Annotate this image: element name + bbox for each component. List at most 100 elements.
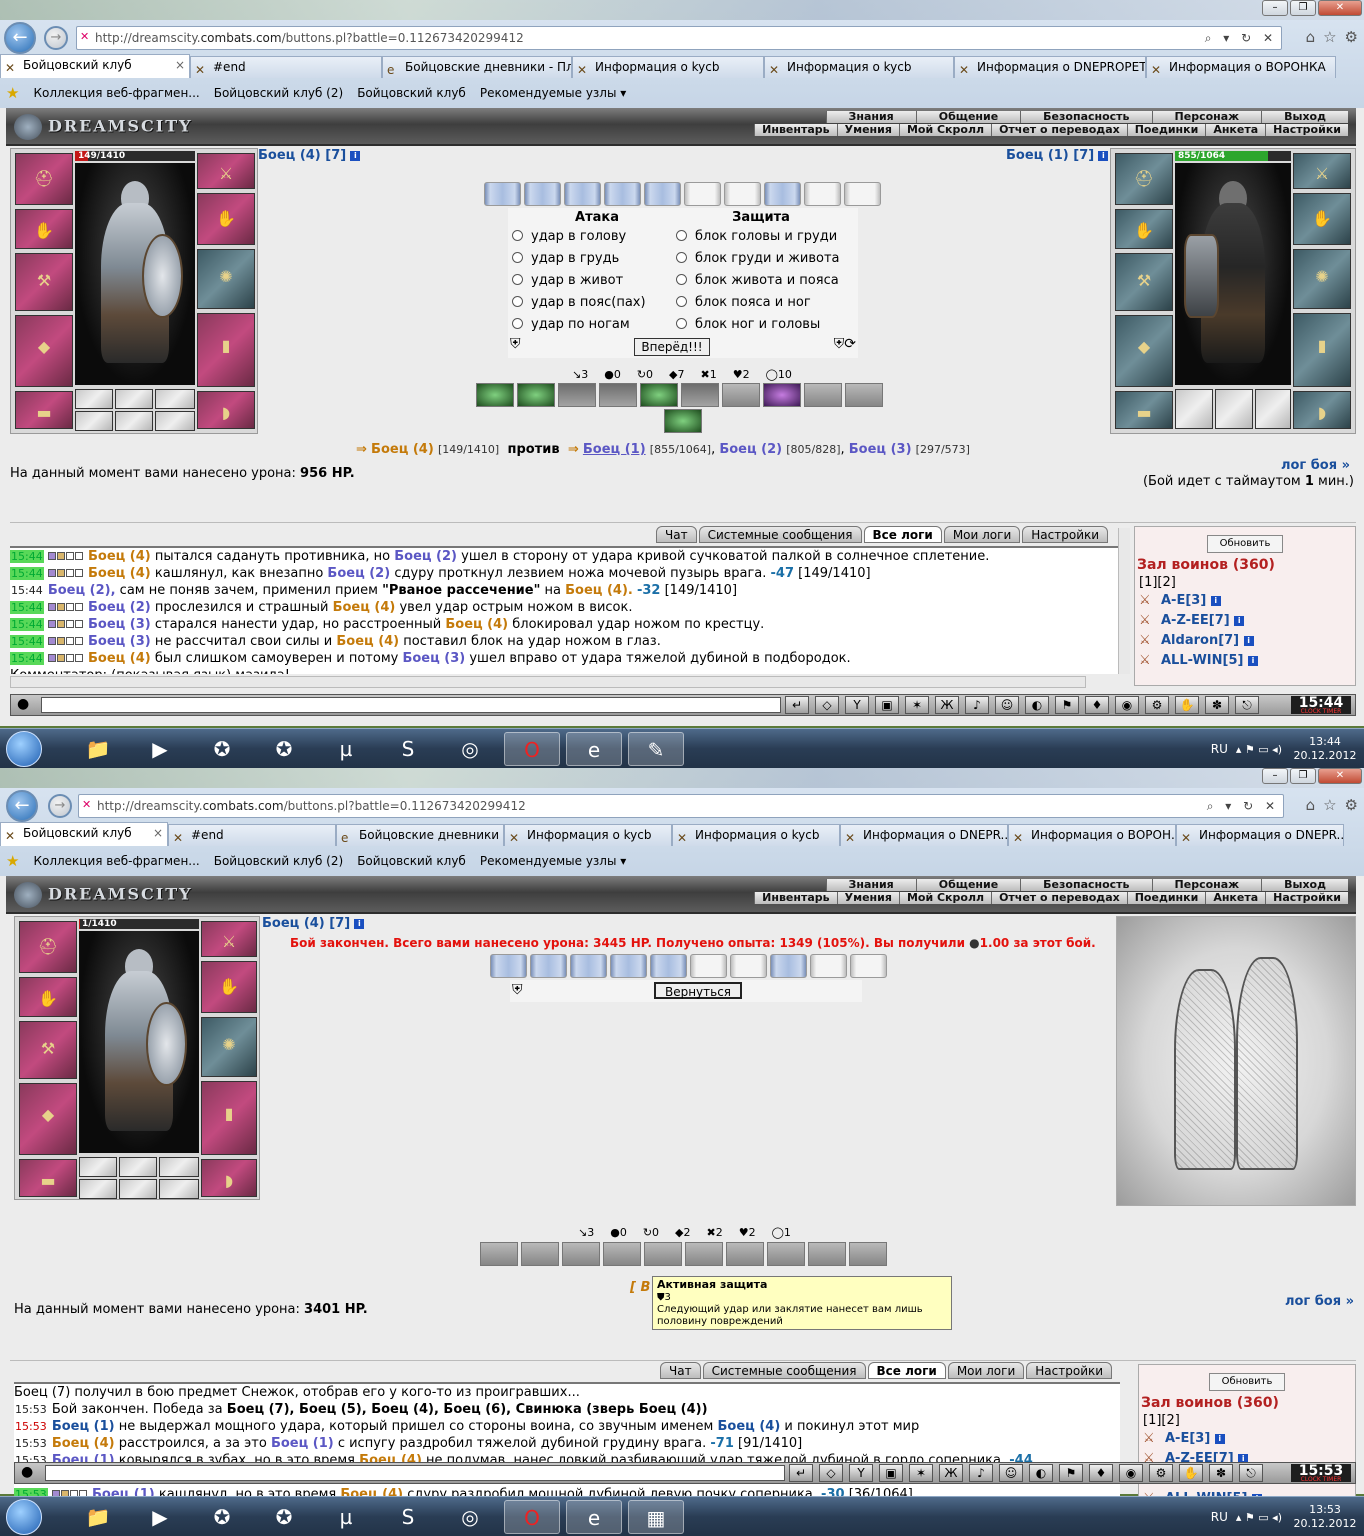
tab-3[interactable]: ✕ Информация о kycb (572, 56, 764, 78)
menu-item[interactable]: Инвентарь (754, 892, 837, 904)
skill-icon[interactable] (599, 383, 637, 407)
scroll-slot[interactable] (684, 182, 721, 206)
defense-option[interactable]: блок живота и пояса (676, 273, 846, 295)
scroll-slot[interactable] (690, 954, 727, 978)
ring-slot[interactable] (79, 1157, 117, 1177)
scroll-slot[interactable] (770, 954, 807, 978)
radio-icon[interactable] (676, 318, 687, 329)
attack-option[interactable]: удар в голову (512, 229, 682, 251)
empty-slot[interactable] (115, 411, 153, 431)
home-icon[interactable]: ⌂ (1306, 28, 1316, 46)
close-icon[interactable]: ✕ (1318, 768, 1362, 784)
skill-icon[interactable] (521, 1242, 559, 1266)
radio-icon[interactable] (676, 252, 687, 263)
lock-icon[interactable]: ⚙ (1149, 1464, 1173, 1482)
lang-indicator[interactable]: RU (1211, 1510, 1228, 1524)
scroll-slot[interactable] (650, 954, 687, 978)
hall-entry[interactable]: ⚔ A-E[3] i (1139, 593, 1355, 610)
chrome-icon[interactable]: ◎ (442, 732, 498, 766)
scroll-slot[interactable] (844, 182, 881, 206)
tab-3[interactable]: ✕ Информация о kycb (504, 824, 672, 846)
helmet-icon[interactable]: ◐ (1025, 696, 1049, 714)
folder-icon[interactable]: 📁 (70, 1500, 126, 1534)
lang-indicator[interactable]: RU (1211, 742, 1228, 756)
log-fighter[interactable]: Боец (2) (394, 549, 457, 564)
ring-slot[interactable] (115, 389, 153, 409)
fav-item[interactable]: Бойцовский клуб (357, 854, 466, 868)
scroll-slot[interactable] (810, 954, 847, 978)
info-icon[interactable]: i (1214, 1433, 1225, 1444)
defense-option[interactable]: блок пояса и ног (676, 295, 846, 317)
menu-item[interactable]: Безопасность (1020, 879, 1152, 891)
menu-item[interactable]: Общение (915, 111, 1021, 123)
gloves-slot[interactable] (1293, 193, 1351, 245)
scroll-slot[interactable] (570, 954, 607, 978)
shield-slot[interactable] (1293, 249, 1351, 309)
chrome-icon[interactable]: ◎ (442, 1500, 498, 1534)
skill-icon[interactable] (685, 1242, 723, 1266)
smiley-icon[interactable]: ☺ (995, 696, 1019, 714)
log-fighter[interactable]: Боец (2) (88, 600, 151, 615)
tray-icons[interactable]: ▴ ⚑ ▭ ◂) (1236, 743, 1282, 756)
log-fighter[interactable]: Боец (1) (52, 1419, 115, 1434)
menu-item[interactable]: Выход (1261, 111, 1348, 123)
enemy-name[interactable]: Боец (1) [7] i (1006, 148, 1109, 163)
skill-icon[interactable] (640, 383, 678, 407)
gloves-slot[interactable] (201, 961, 257, 1013)
ring-slot[interactable] (1255, 389, 1291, 429)
cs-icon[interactable]: ✪ (256, 1500, 312, 1534)
boots-slot[interactable] (1293, 391, 1351, 429)
defense-option[interactable]: блок головы и груди (676, 229, 846, 251)
music-icon[interactable]: ♪ (965, 696, 989, 714)
player-name[interactable]: Боец (4) [7] i (262, 916, 365, 931)
scroll-slot[interactable] (724, 182, 761, 206)
ring-slot[interactable] (1175, 389, 1213, 429)
address-tools[interactable]: ⌕ ▾ ↻ ✕ (1207, 795, 1279, 817)
hand-icon[interactable]: ✋ (1179, 1464, 1203, 1482)
tab-2[interactable]: e Бойцовские дневники - Пл... (382, 56, 572, 78)
fav-item[interactable]: Бойцовский клуб (2) (214, 854, 343, 868)
hall-pages[interactable]: [1][2] (1139, 575, 1351, 590)
earrings-slot[interactable] (197, 153, 255, 189)
save-icon[interactable]: ▣ (875, 696, 899, 714)
skill-icon[interactable] (849, 1242, 887, 1266)
address-bar[interactable]: ✕ http://dreamscity.combats.com/buttons.… (76, 26, 1282, 50)
hall-entry[interactable]: ⚔ ALL-WIN[5] i (1139, 653, 1355, 670)
skill-icon[interactable] (558, 383, 596, 407)
filter-icon[interactable]: Y (845, 696, 869, 714)
return-button[interactable]: Вернуться (654, 982, 742, 999)
battle-log-link[interactable]: лог боя » (1281, 458, 1350, 473)
scroll-slot[interactable] (524, 182, 561, 206)
chat-icon[interactable]: ● (17, 696, 29, 712)
armor-slot[interactable] (19, 1083, 77, 1155)
bracers-slot[interactable] (1115, 209, 1173, 249)
tab-system[interactable]: Системные сообщения (698, 526, 862, 543)
game-icon[interactable]: ✪ (194, 1500, 250, 1534)
ie-icon[interactable]: e (566, 732, 622, 766)
scroll-slot[interactable] (604, 182, 641, 206)
log-fighter[interactable]: Боец (1) (271, 1436, 334, 1451)
tab-0[interactable]: ✕ Бойцовский клуб × (0, 54, 190, 78)
scroll-slot[interactable] (530, 954, 567, 978)
address-bar[interactable]: ✕ http://dreamscity.combats.com/buttons.… (78, 794, 1284, 818)
skill-icon[interactable] (644, 1242, 682, 1266)
log-fighter[interactable]: Боец (4) (718, 1419, 781, 1434)
shield-slot[interactable] (201, 1017, 257, 1077)
info-icon[interactable]: i (1247, 655, 1258, 666)
shield-icon[interactable]: ⛨ (512, 982, 523, 998)
shield-icon[interactable]: ⛨ (510, 336, 521, 352)
menu-item[interactable]: Инвентарь (754, 124, 837, 136)
fav-item[interactable]: Коллекция веб-фрагмен... (33, 86, 199, 100)
shield-slot[interactable] (197, 249, 255, 309)
radio-icon[interactable] (512, 318, 523, 329)
bag-icon[interactable]: ◉ (1119, 1464, 1143, 1482)
music-icon[interactable]: ♪ (969, 1464, 993, 1482)
close-icon[interactable]: ✕ (1318, 0, 1362, 16)
menu-item[interactable]: Мой Скролл (898, 124, 992, 136)
ring-slot[interactable] (119, 1157, 157, 1177)
tab-all-logs[interactable]: Все логи (867, 1362, 946, 1379)
ring-slot[interactable] (155, 389, 195, 409)
menu-item[interactable]: Настройки (1265, 124, 1348, 136)
menu-item[interactable]: Мой Скролл (898, 892, 992, 904)
hall-pages[interactable]: [1][2] (1143, 1413, 1351, 1428)
